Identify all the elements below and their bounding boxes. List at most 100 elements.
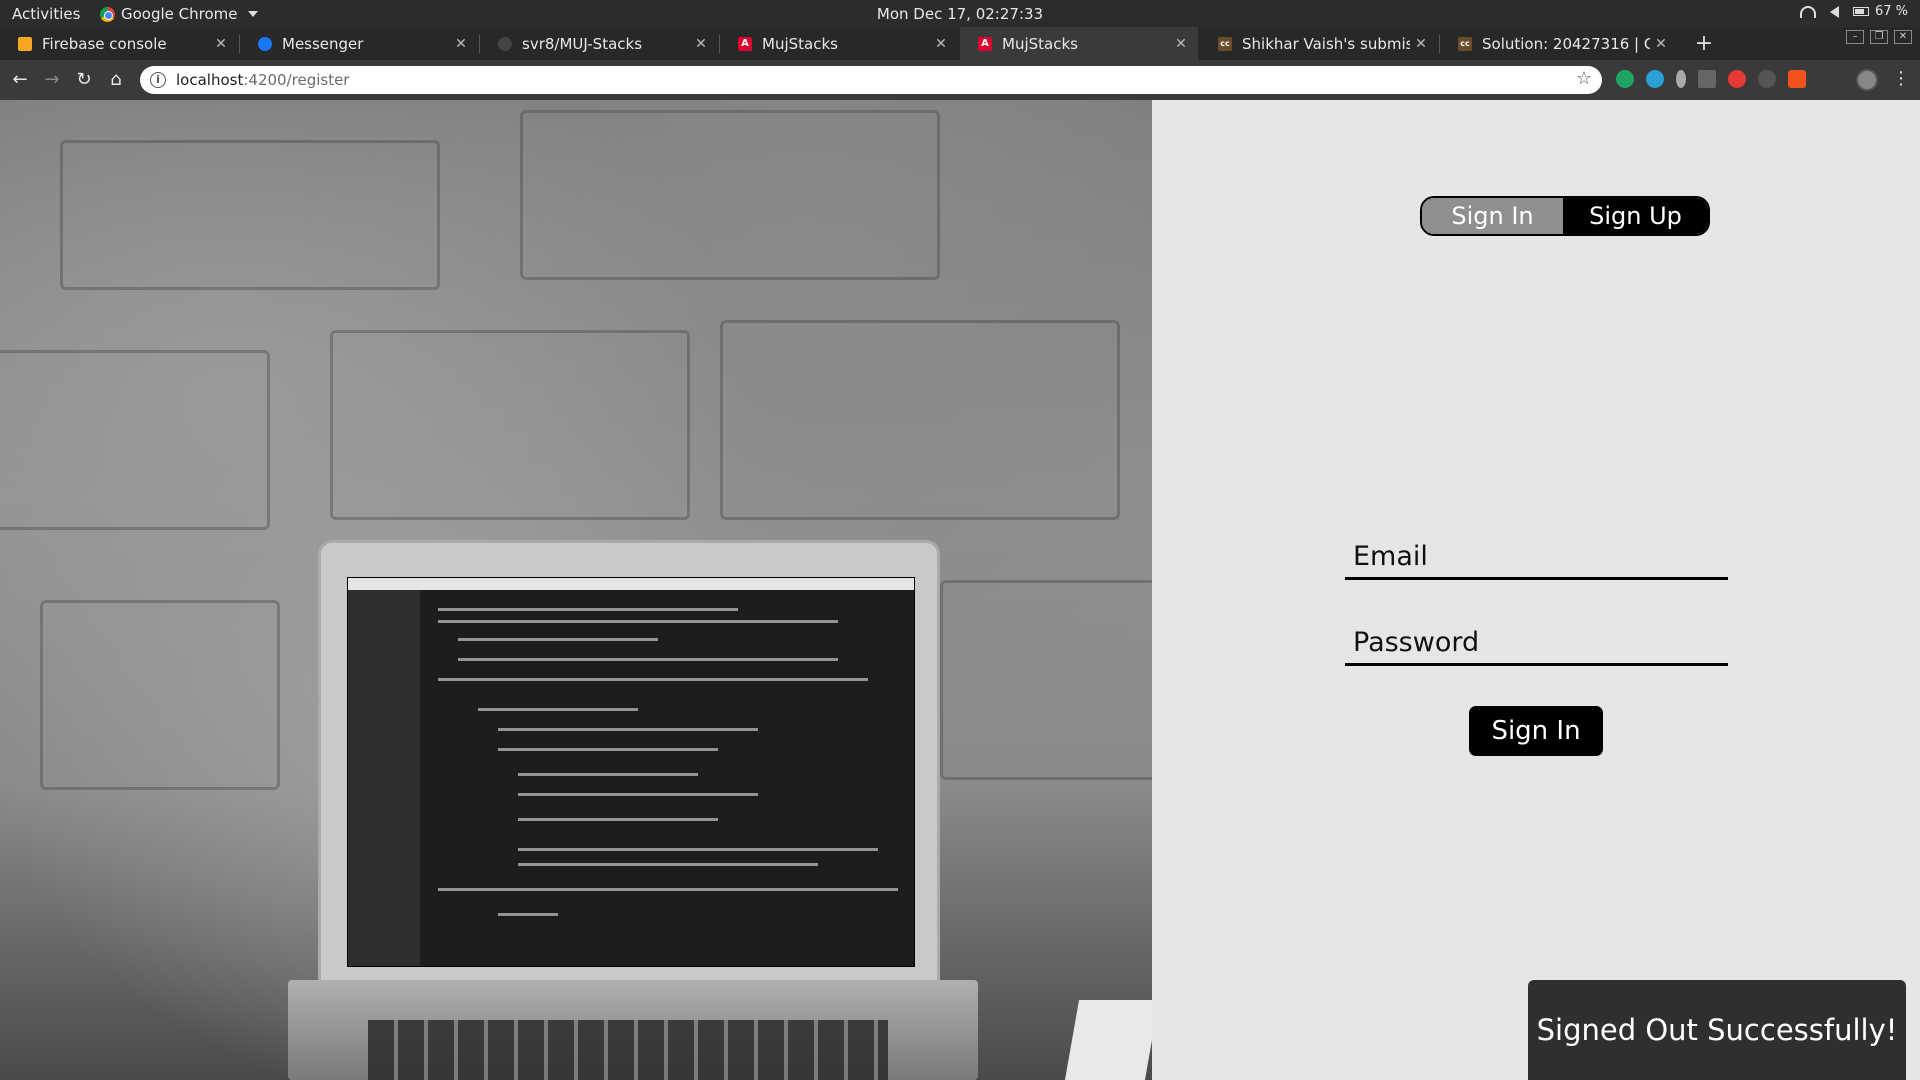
tab-title: MujStacks [762, 34, 838, 53]
tab-title: MujStacks [1002, 34, 1078, 53]
extension-pin-icon[interactable] [1676, 70, 1686, 88]
battery-icon [1852, 7, 1869, 16]
tab-github-repo[interactable]: svr8/MUJ-Stacks ✕ [480, 27, 718, 60]
auth-panel: Sign In Sign Up Sign In [1152, 100, 1920, 1080]
code-line [438, 678, 868, 681]
extension-dark-icon[interactable] [1758, 70, 1776, 88]
toast-notification[interactable]: Signed Out Successfully! [1528, 980, 1906, 1080]
forward-icon[interactable]: → [40, 68, 64, 92]
tab-firebase-console[interactable]: Firebase console ✕ [0, 27, 238, 60]
messenger-icon [258, 36, 272, 51]
code-line [478, 708, 638, 711]
extensions-area [1616, 70, 1806, 88]
code-line [458, 638, 658, 641]
laptop-lid [318, 540, 940, 985]
editor-sidebar [348, 590, 420, 966]
hero-image [0, 100, 1152, 1080]
tab-messenger[interactable]: Messenger ✕ [240, 27, 478, 60]
app-menu-label: Google Chrome [121, 5, 238, 23]
new-tab-button[interactable]: + [1692, 27, 1716, 60]
code-line [458, 658, 838, 661]
code-line [498, 748, 718, 751]
laptop-keyboard [368, 1020, 888, 1080]
system-status-area[interactable]: 67 % [1799, 4, 1908, 19]
close-icon[interactable]: ✕ [930, 36, 952, 52]
chevron-down-icon [247, 11, 258, 17]
address-bar[interactable]: i localhost:4200/register ☆ [140, 66, 1602, 94]
toast-message: Signed Out Successfully! [1536, 1013, 1898, 1047]
wall-brick [330, 330, 690, 520]
tab-codechef-submission[interactable]: cc Shikhar Vaish's submissic ✕ [1200, 27, 1438, 60]
close-icon[interactable]: ✕ [450, 36, 472, 52]
wifi-icon [1799, 5, 1816, 18]
laptop-screen [347, 577, 915, 967]
codechef-icon: cc [1218, 36, 1232, 51]
tab-title: Messenger [282, 34, 364, 53]
close-icon[interactable]: ✕ [1410, 36, 1432, 52]
code-line [498, 913, 558, 916]
code-line [498, 728, 758, 731]
sign-in-button[interactable]: Sign In [1469, 706, 1603, 756]
battery-indicator: 67 % [1852, 4, 1908, 19]
toggle-sign-in-button[interactable]: Sign In [1422, 198, 1563, 234]
code-line [438, 888, 898, 891]
back-icon[interactable]: ← [8, 68, 32, 92]
profile-avatar[interactable] [1856, 69, 1878, 91]
close-window-icon[interactable]: ✕ [1894, 30, 1912, 44]
page-content: Sign In Sign Up Sign In Signed Out Succe… [0, 100, 1920, 1080]
extension-red-icon[interactable] [1728, 70, 1746, 88]
clock[interactable]: Mon Dec 17, 02:27:33 [0, 5, 1920, 23]
extension-orange-icon[interactable] [1788, 70, 1806, 88]
tab-title: Solution: 20427316 | Code [1482, 34, 1650, 53]
laptop-illustration [288, 540, 978, 1080]
tab-mujstacks[interactable]: A MujStacks ✕ [720, 27, 958, 60]
tab-codechef-solution[interactable]: cc Solution: 20427316 | Code ✕ [1440, 27, 1678, 60]
code-line [518, 773, 698, 776]
app-menu[interactable]: Google Chrome [100, 5, 258, 23]
extension-blue-icon[interactable] [1646, 70, 1664, 88]
minimize-icon[interactable]: – [1846, 30, 1864, 44]
code-line [518, 848, 878, 851]
wall-brick [60, 140, 440, 290]
tab-title: svr8/MUJ-Stacks [522, 34, 643, 53]
info-icon[interactable]: i [150, 72, 166, 88]
tab-title: Shikhar Vaish's submissic [1242, 34, 1410, 53]
tab-strip: Firebase console ✕ Messenger ✕ svr8/MUJ-… [0, 27, 1920, 60]
wall-brick [0, 350, 270, 530]
chrome-icon [100, 6, 115, 22]
tab-title: Firebase console [42, 34, 167, 53]
close-icon[interactable]: ✕ [210, 36, 232, 52]
bookmark-star-icon[interactable]: ☆ [1576, 68, 1592, 89]
toggle-sign-up-button[interactable]: Sign Up [1563, 198, 1708, 234]
system-top-bar: Activities Google Chrome Mon Dec 17, 02:… [0, 0, 1920, 27]
home-icon[interactable]: ⌂ [104, 68, 128, 92]
url-host: localhost [176, 71, 244, 89]
extension-gray-icon[interactable] [1698, 70, 1716, 88]
angular-icon: A [738, 36, 752, 51]
code-line [438, 620, 838, 623]
browser-toolbar: ← → ↻ ⌂ i localhost:4200/register ☆ ⋮ [0, 60, 1920, 100]
close-icon[interactable]: ✕ [1650, 36, 1672, 52]
code-line [518, 793, 758, 796]
tab-mujstacks-active[interactable]: A MujStacks ✕ [960, 27, 1198, 60]
extension-green-icon[interactable] [1616, 70, 1634, 88]
wall-brick [720, 320, 1120, 520]
angular-icon: A [978, 36, 992, 51]
codechef-icon: cc [1458, 36, 1472, 51]
close-icon[interactable]: ✕ [690, 36, 712, 52]
battery-percent: 67 % [1874, 4, 1908, 19]
more-menu-icon[interactable]: ⋮ [1892, 68, 1910, 89]
email-field[interactable] [1345, 528, 1728, 580]
auth-mode-toggle: Sign In Sign Up [1420, 196, 1710, 236]
editor-title-bar [348, 578, 914, 590]
activities-button[interactable]: Activities [12, 5, 80, 23]
code-line [518, 818, 718, 821]
url-path: :4200/register [243, 71, 350, 89]
window-controls: – ❐ ✕ [1846, 30, 1912, 44]
reload-icon[interactable]: ↻ [72, 68, 96, 92]
close-icon[interactable]: ✕ [1170, 36, 1192, 52]
restore-icon[interactable]: ❐ [1870, 30, 1888, 44]
code-line [518, 863, 818, 866]
password-field[interactable] [1345, 614, 1728, 666]
wall-brick [520, 110, 940, 280]
